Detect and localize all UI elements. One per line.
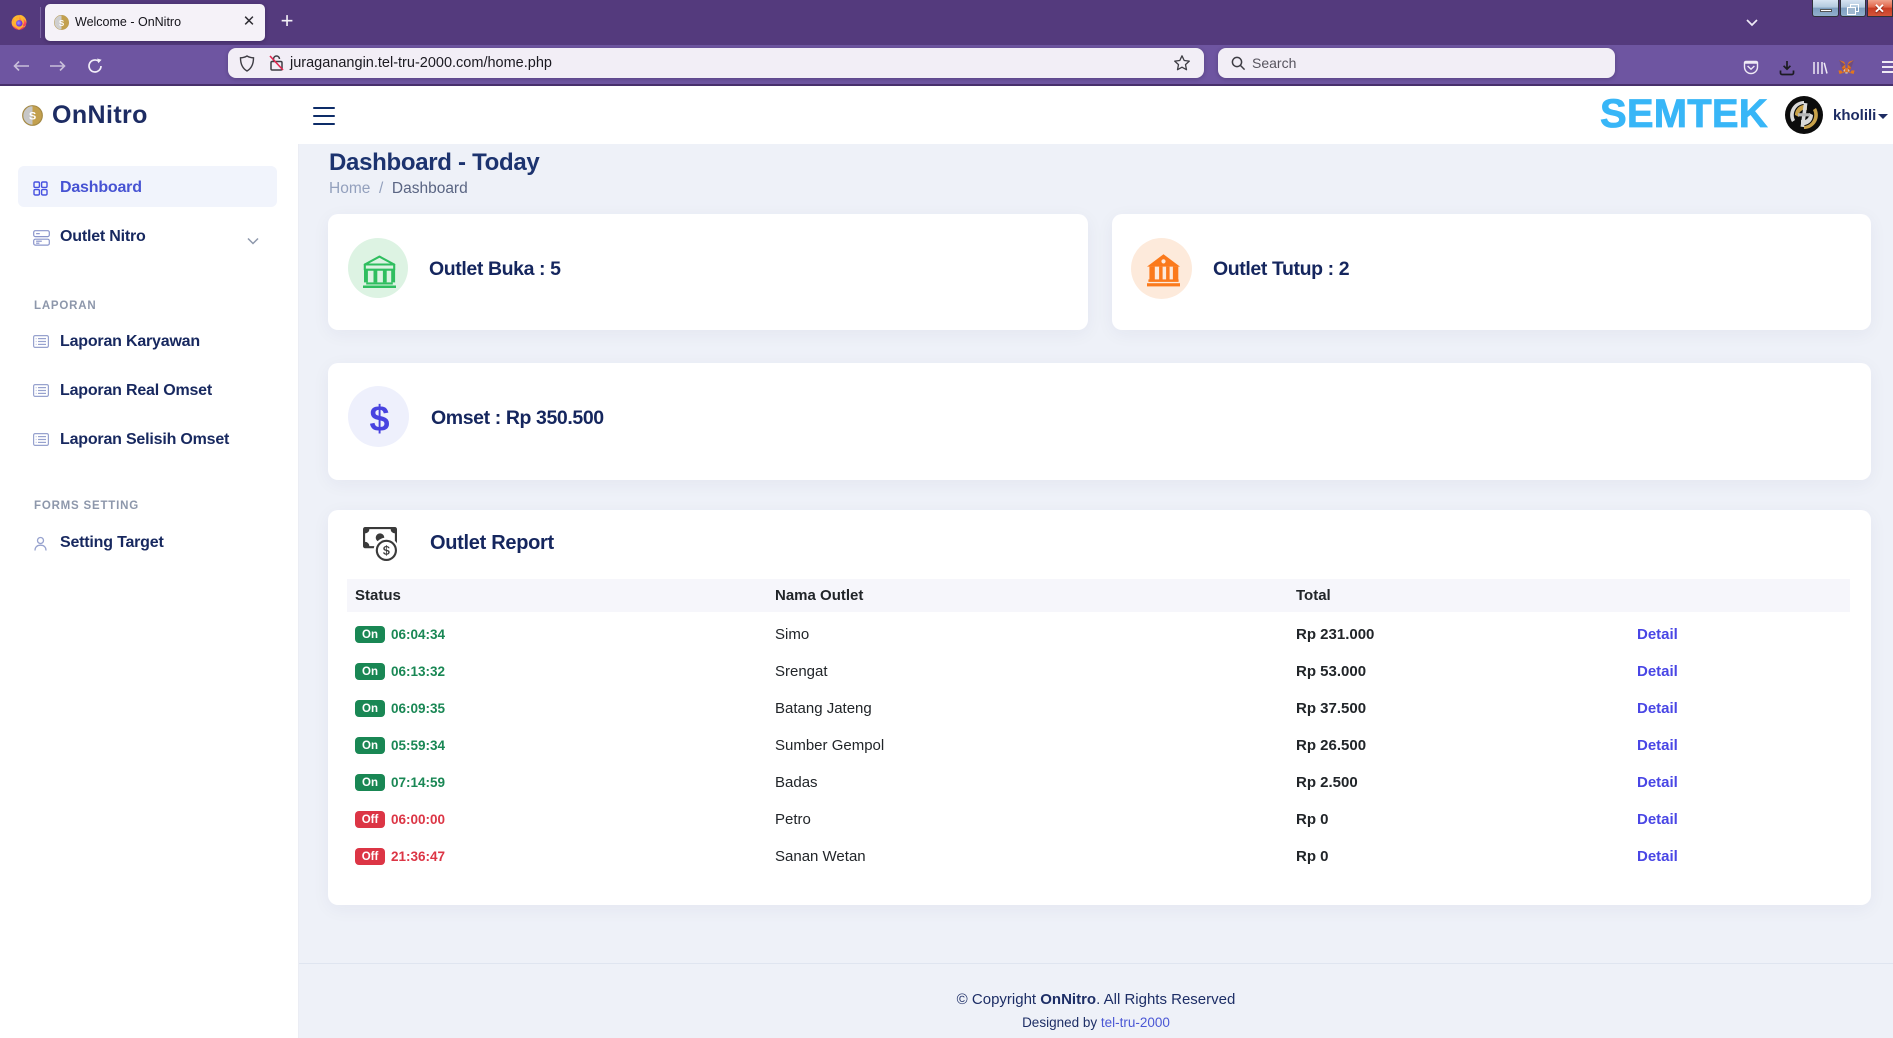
svg-text:S: S xyxy=(59,19,65,28)
svg-text:S: S xyxy=(29,111,36,123)
